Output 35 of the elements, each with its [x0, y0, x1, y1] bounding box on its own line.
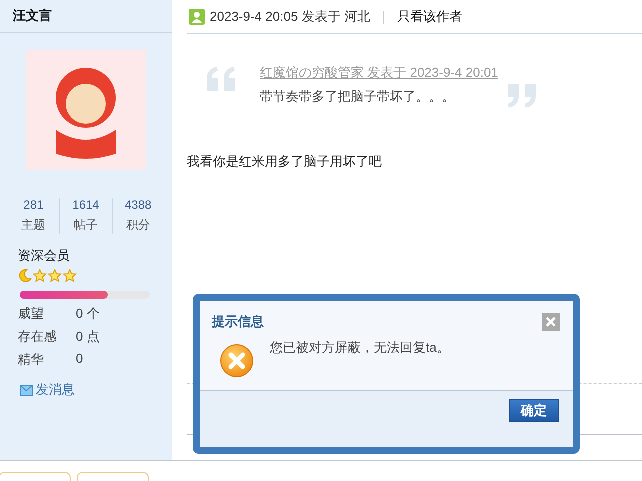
- dialog-title: 提示信息: [212, 313, 264, 331]
- stat-label[interactable]: 积分: [126, 217, 150, 234]
- envelope-icon: [20, 384, 33, 396]
- user-icon: [189, 9, 205, 25]
- dialog-message: 您已被对方屏蔽，无法回复ta。: [270, 339, 450, 357]
- post-text: 我看你是红米用多了脑子用坏了吧: [187, 153, 383, 171]
- field-label: 精华: [18, 351, 45, 369]
- moon-icon: [18, 269, 32, 283]
- send-message-link[interactable]: 发消息: [20, 381, 75, 399]
- confirm-button[interactable]: 确定: [509, 399, 559, 422]
- star-icon: [48, 269, 62, 283]
- stat-label[interactable]: 帖子: [74, 217, 98, 234]
- field-value: 0: [76, 351, 84, 368]
- author-name[interactable]: 汪文言: [13, 7, 52, 25]
- post-time: 2023-9-4 20:05 发表于 河北: [210, 8, 370, 26]
- stat-value[interactable]: 1614: [72, 198, 100, 212]
- close-button[interactable]: [542, 313, 560, 331]
- star-icon: [33, 269, 47, 283]
- action-button[interactable]: [77, 472, 149, 481]
- rank-title: 资深会员: [18, 247, 71, 265]
- quote-text: 带节奏带多了把脑子带坏了。。。: [260, 88, 456, 106]
- field-value: 0 个: [76, 305, 100, 323]
- star-icon: [63, 269, 77, 283]
- stat-value[interactable]: 281: [24, 198, 44, 212]
- author-only-link[interactable]: 只看该作者: [397, 8, 462, 26]
- field-value: 0 点: [76, 328, 100, 346]
- close-quote-icon: [508, 84, 536, 108]
- field-label: 存在感: [18, 328, 58, 346]
- stat-label[interactable]: 主题: [22, 217, 46, 234]
- stat-value[interactable]: 4388: [124, 198, 152, 212]
- action-button[interactable]: [0, 472, 71, 481]
- close-icon: [546, 317, 556, 327]
- error-icon: [220, 344, 254, 378]
- field-label: 威望: [18, 305, 45, 323]
- open-quote-icon: [207, 67, 237, 91]
